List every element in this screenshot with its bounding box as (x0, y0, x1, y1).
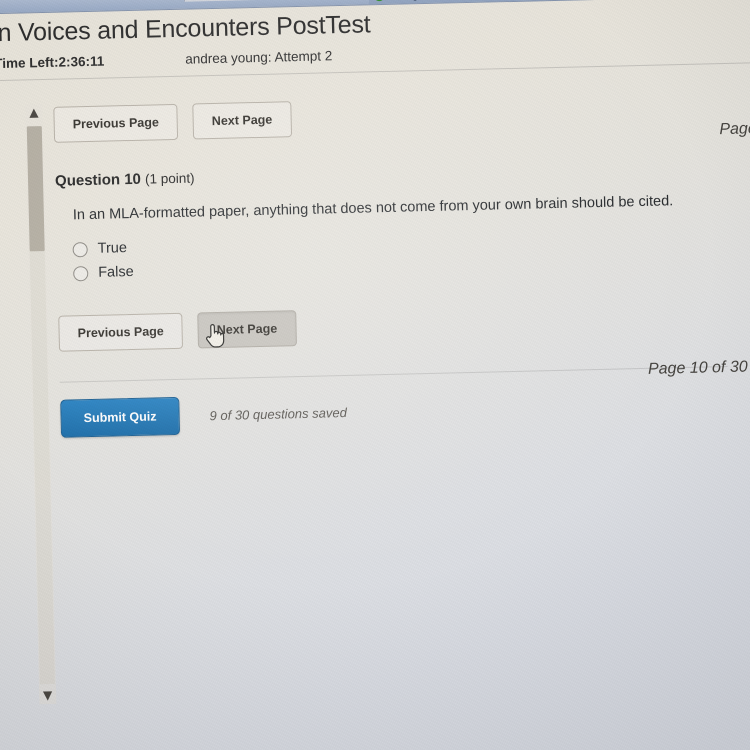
scrollbar-thumb[interactable] (26, 126, 45, 252)
scrollbar-track[interactable] (29, 251, 55, 685)
page-indicator-top: Page 10 of 30 (719, 119, 750, 139)
vertical-scrollbar[interactable]: ▲ ▼ (25, 104, 57, 705)
bottom-navigation-wrapper: Previous Page Next Page (58, 299, 750, 352)
submit-row: Submit Quiz 9 of 30 questions saved (60, 383, 750, 438)
top-navigation-row: Previous Page Next Page (53, 90, 750, 143)
chevron-up-icon[interactable]: ▲ (25, 104, 42, 121)
answer-label: False (98, 263, 134, 281)
answer-label: True (97, 240, 128, 257)
chevron-down-icon[interactable]: ▼ (39, 687, 56, 704)
radio-button-false[interactable] (73, 265, 89, 281)
quiz-page-header: can Voices and Encounters PostTest Time … (0, 0, 750, 82)
time-left-label: Time Left:2:36:11 (0, 53, 105, 72)
previous-page-button-top[interactable]: Previous Page (53, 103, 179, 143)
question-text: In an MLA-formatted paper, anything that… (72, 193, 674, 224)
radio-button-true[interactable] (72, 241, 88, 257)
question-block: Question 10 (1 point) In an MLA-formatte… (55, 156, 750, 281)
quiz-content: Previous Page Next Page Page 10 of 30 Qu… (53, 90, 750, 438)
submit-quiz-button[interactable]: Submit Quiz (60, 396, 180, 438)
page-indicator-bottom: Page 10 of 30 (647, 358, 748, 378)
question-header: Question 10 (1 point) (55, 156, 750, 189)
saved-status-label: 9 of 30 questions saved (209, 404, 348, 423)
green-globe-icon (373, 0, 385, 2)
next-page-button-top[interactable]: Next Page (192, 101, 292, 140)
attempt-info-label: andrea young: Attempt 2 (185, 48, 333, 67)
question-number: Question 10 (54, 170, 142, 190)
question-points: (1 point) (144, 170, 195, 187)
previous-page-button-bottom[interactable]: Previous Page (58, 312, 184, 352)
screen-photo: Georgia Credit Recovery > Log... Native … (0, 0, 750, 750)
footer-divider (59, 366, 728, 383)
background-window-edge (183, 0, 374, 2)
answer-options: True False (72, 225, 750, 281)
next-page-button-bottom[interactable]: Next Page (197, 310, 297, 349)
bottom-navigation-row: Previous Page Next Page (58, 299, 750, 352)
